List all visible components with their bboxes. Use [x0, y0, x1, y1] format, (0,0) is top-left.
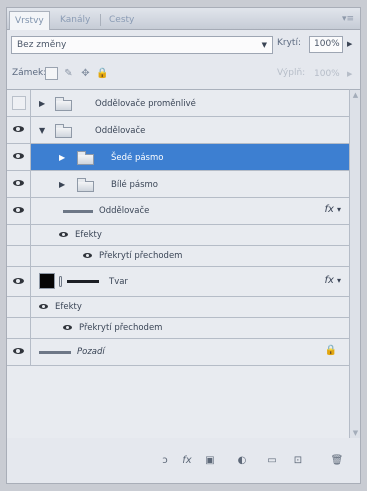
folder-icon — [55, 97, 72, 111]
layer-effect-row[interactable]: Překrytí přechodem — [7, 246, 349, 267]
link-layers-icon[interactable]: ↄ — [157, 453, 173, 469]
opacity-label: Krytí: — [277, 38, 301, 48]
eye-icon[interactable] — [13, 153, 24, 159]
lock-all-icon[interactable]: 🔒 — [96, 67, 109, 80]
visibility-cell — [7, 318, 31, 338]
layer-effects-row[interactable]: Efekty — [7, 297, 349, 318]
layer-name: Oddělovače proměnlivé — [95, 99, 196, 109]
visibility-cell[interactable] — [7, 117, 31, 143]
layer-name: Oddělovače — [99, 206, 150, 216]
effects-label: Efekty — [55, 302, 82, 312]
fx-label: fx — [324, 275, 334, 286]
folder-icon — [55, 124, 72, 138]
layers-list: ▶ Oddělovače proměnlivé ▼ Oddělovače ▶ Š… — [7, 89, 349, 438]
layer-name: Pozadí — [77, 347, 105, 357]
layer-color-thumbnail — [39, 273, 55, 289]
fill-input[interactable]: 100% — [309, 66, 343, 83]
expand-triangle-icon[interactable]: ▶ — [39, 99, 45, 108]
chevron-down-icon[interactable]: ▾ — [337, 276, 341, 285]
opacity-input[interactable]: 100% — [309, 36, 343, 53]
eye-icon[interactable] — [83, 253, 92, 258]
layer-row[interactable]: Pozadí 🔒 — [7, 339, 349, 366]
eye-icon[interactable] — [59, 232, 68, 237]
visibility-cell — [7, 297, 31, 317]
blend-mode-value: Bez změny — [17, 40, 67, 50]
fx-label: fx — [324, 204, 334, 215]
expand-triangle-icon[interactable]: ▶ — [59, 153, 65, 162]
eye-icon[interactable] — [13, 278, 24, 284]
lock-position-icon[interactable]: ✥ — [79, 67, 92, 80]
tab-separator — [100, 14, 101, 26]
effects-label: Efekty — [75, 230, 102, 240]
folder-icon — [77, 151, 94, 165]
fx-icon[interactable]: fx — [179, 453, 195, 469]
visibility-cell[interactable] — [7, 339, 31, 365]
eye-icon[interactable] — [13, 126, 24, 132]
visibility-cell — [7, 225, 31, 245]
fill-arrow-icon[interactable]: ▶ — [347, 70, 352, 78]
eye-icon[interactable] — [13, 207, 24, 213]
add-mask-icon[interactable]: ▣ — [202, 453, 218, 469]
visibility-cell[interactable] — [7, 144, 31, 170]
visibility-cell[interactable] — [7, 171, 31, 197]
eye-icon[interactable] — [13, 180, 24, 186]
fx-badge[interactable]: fx ▾ — [325, 275, 341, 286]
shape-thumbnail-icon — [63, 210, 93, 213]
layer-name: Šedé pásmo — [111, 153, 164, 163]
tab-channels[interactable]: Kanály — [55, 11, 95, 30]
eye-icon[interactable] — [63, 325, 72, 330]
scroll-down-icon[interactable]: ▼ — [351, 429, 360, 437]
chevron-down-icon[interactable]: ▾ — [337, 205, 341, 214]
new-group-icon[interactable]: ▭ — [264, 453, 280, 469]
tab-paths[interactable]: Cesty — [104, 11, 139, 30]
tab-layers[interactable]: Vrstvy — [9, 11, 50, 30]
visibility-cell[interactable] — [7, 198, 31, 224]
adjustment-layer-icon[interactable]: ◐ — [234, 453, 250, 469]
eye-icon[interactable] — [39, 304, 48, 309]
layer-effects-row[interactable]: Efekty — [7, 225, 349, 246]
layer-name: Bílé pásmo — [111, 180, 158, 190]
new-layer-icon[interactable]: ⊡ — [290, 453, 306, 469]
delete-layer-icon[interactable]: 🗑 — [329, 453, 345, 469]
layer-row[interactable]: ▶ Bílé pásmo — [7, 171, 349, 198]
visibility-cell[interactable] — [7, 267, 31, 296]
layers-scrollbar[interactable]: ▲ ▼ — [349, 89, 360, 438]
layer-row[interactable]: Oddělovače fx ▾ — [7, 198, 349, 225]
eye-icon[interactable] — [13, 348, 24, 354]
expand-triangle-icon[interactable]: ▶ — [59, 180, 65, 189]
visibility-cell — [7, 246, 31, 266]
opacity-arrow-icon[interactable]: ▶ — [347, 40, 352, 48]
lock-image-icon[interactable]: ✎ — [62, 67, 75, 80]
background-thumbnail-icon — [39, 351, 71, 354]
layer-effect-row[interactable]: Překrytí přechodem — [7, 318, 349, 339]
lock-icon: 🔒 — [324, 345, 337, 356]
layer-name: Oddělovače — [95, 126, 146, 136]
panel-tab-strip: Vrstvy Kanály Cesty ▾≡ — [7, 8, 360, 30]
folder-icon — [77, 178, 94, 192]
fill-label: Výplň: — [277, 68, 306, 78]
panel-menu-icon[interactable]: ▾≡ — [342, 14, 354, 24]
effect-name: Překrytí přechodem — [99, 251, 183, 261]
scroll-up-icon[interactable]: ▲ — [351, 91, 360, 99]
fx-badge[interactable]: fx ▾ — [325, 204, 341, 215]
layers-toolbar: ↄ fx ▣ ◐ ▭ ⊡ 🗑 — [7, 444, 360, 483]
layer-row[interactable]: ▼ Oddělovače — [7, 117, 349, 144]
layer-name: Tvar — [109, 277, 128, 287]
chevron-down-icon: ▼ — [261, 41, 267, 49]
effect-name: Překrytí přechodem — [79, 323, 163, 333]
collapse-triangle-icon[interactable]: ▼ — [39, 126, 45, 135]
visibility-empty-icon[interactable] — [12, 96, 26, 110]
blend-mode-select[interactable]: Bez změny ▼ — [11, 36, 273, 54]
blend-opacity-row: Bez změny ▼ Krytí: 100% ▶ — [7, 32, 360, 58]
visibility-cell[interactable] — [7, 90, 31, 116]
shape-thumbnail-icon — [67, 280, 99, 283]
lock-fill-row: Zámek: ✎ ✥ 🔒 Výplň: 100% ▶ — [7, 62, 360, 86]
layer-row[interactable]: Tvar fx ▾ — [7, 267, 349, 297]
link-icon[interactable] — [59, 276, 62, 287]
layer-row-selected[interactable]: ▶ Šedé pásmo — [7, 144, 349, 171]
lock-transparent-icon[interactable] — [45, 67, 58, 80]
lock-label: Zámek: — [12, 68, 47, 78]
layers-panel: Vrstvy Kanály Cesty ▾≡ Bez změny ▼ Krytí… — [6, 7, 361, 484]
layer-row[interactable]: ▶ Oddělovače proměnlivé — [7, 90, 349, 117]
